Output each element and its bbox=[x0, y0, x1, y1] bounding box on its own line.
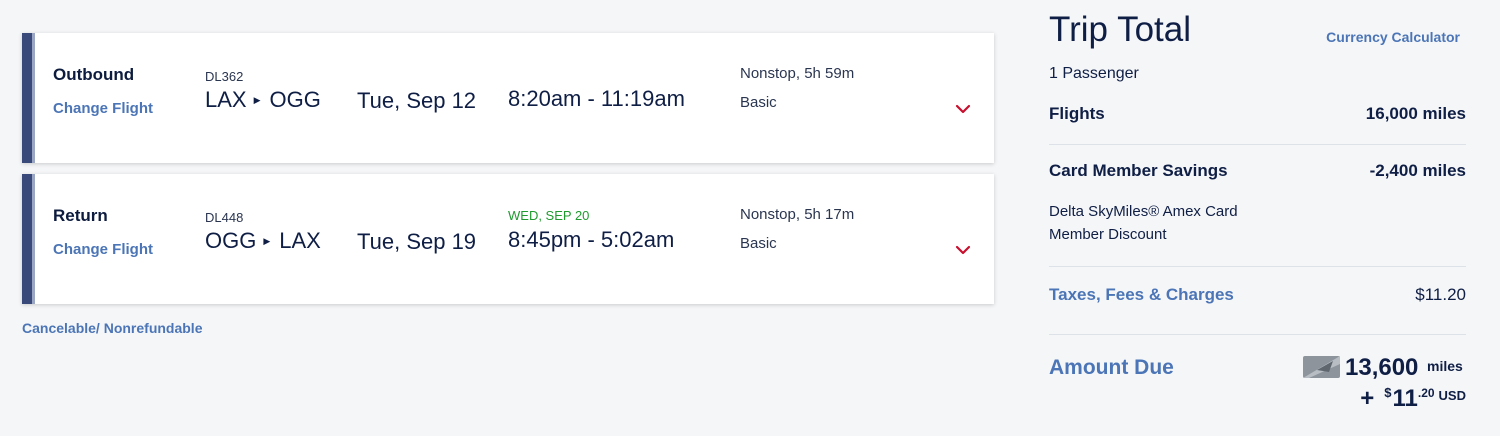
taxes-fees-link[interactable]: Taxes, Fees & Charges bbox=[1049, 285, 1234, 305]
amount-due-miles: 13,600 bbox=[1345, 354, 1419, 381]
trip-total-title: Trip Total bbox=[1049, 10, 1191, 49]
route-outbound: LAX ▶ OGG bbox=[205, 87, 321, 113]
amount-due-miles-unit: miles bbox=[1427, 358, 1463, 374]
flights-label: Flights bbox=[1049, 104, 1105, 123]
stops-duration-outbound: Nonstop, 5h 59m bbox=[740, 65, 855, 82]
currency-calculator-link[interactable]: Currency Calculator bbox=[1326, 29, 1460, 45]
divider bbox=[1049, 266, 1466, 267]
taxes-fees-value: $11.20 bbox=[1415, 285, 1466, 304]
change-flight-link-outbound[interactable]: Change Flight bbox=[53, 100, 153, 117]
amount-cents: .20 bbox=[1417, 386, 1435, 400]
plus-sign: + bbox=[1360, 385, 1375, 412]
card-savings-label: Card Member Savings bbox=[1049, 161, 1228, 180]
flight-times-outbound: 8:20am - 11:19am bbox=[508, 86, 685, 111]
origin-airport: OGG bbox=[205, 228, 257, 253]
card-accent-bar bbox=[22, 33, 35, 163]
route-arrow-icon: ▶ bbox=[253, 94, 261, 105]
leg-label-outbound: Outbound bbox=[53, 65, 135, 84]
flights-value: 16,000 miles bbox=[1365, 104, 1466, 123]
route-arrow-icon: ▶ bbox=[263, 235, 271, 246]
route-return: OGG ▶ LAX bbox=[205, 228, 321, 254]
amount-due-label: Amount Due bbox=[1049, 356, 1174, 379]
card-savings-value: -2,400 miles bbox=[1369, 161, 1466, 180]
amount-whole: 11 bbox=[1392, 385, 1418, 412]
divider bbox=[1049, 144, 1466, 145]
currency-symbol: $ bbox=[1384, 385, 1392, 400]
outbound-flight-card: Outbound Change Flight DL362 LAX ▶ OGG T… bbox=[22, 33, 994, 163]
amount-due-usd: + $ 11 .20 USD bbox=[1360, 384, 1466, 414]
savings-description-line1: Delta SkyMiles® Amex Card bbox=[1049, 203, 1238, 220]
passenger-count: 1 Passenger bbox=[1049, 65, 1139, 82]
origin-airport: LAX bbox=[205, 87, 247, 112]
leg-label-return: Return bbox=[53, 206, 108, 225]
destination-airport: OGG bbox=[269, 87, 321, 112]
chevron-down-icon[interactable] bbox=[955, 101, 971, 117]
savings-description-line2: Member Discount bbox=[1049, 226, 1167, 243]
currency-code: USD bbox=[1438, 388, 1466, 403]
fare-class-return: Basic bbox=[740, 235, 777, 252]
chevron-down-icon[interactable] bbox=[955, 242, 971, 258]
stops-duration-return: Nonstop, 5h 17m bbox=[740, 206, 855, 223]
departure-date-return: Tue, Sep 19 bbox=[357, 229, 477, 254]
flight-number-outbound: DL362 bbox=[205, 69, 244, 84]
flight-times-return: 8:45pm - 5:02am bbox=[508, 227, 675, 252]
change-flight-link-return[interactable]: Change Flight bbox=[53, 241, 153, 258]
return-flight-card: Return Change Flight DL448 OGG ▶ LAX Tue… bbox=[22, 174, 994, 304]
card-accent-bar bbox=[22, 174, 35, 304]
flight-number-return: DL448 bbox=[205, 210, 244, 225]
cancellation-policy-link[interactable]: Cancelable/ Nonrefundable bbox=[22, 320, 202, 336]
trip-total-panel: Trip Total Currency Calculator 1 Passeng… bbox=[1049, 0, 1466, 436]
arrival-date-note: WED, SEP 20 bbox=[508, 208, 590, 223]
divider bbox=[1049, 334, 1466, 335]
destination-airport: LAX bbox=[279, 228, 321, 253]
fare-class-outbound: Basic bbox=[740, 94, 777, 111]
skymiles-card-icon bbox=[1303, 356, 1340, 378]
departure-date-outbound: Tue, Sep 12 bbox=[357, 88, 477, 113]
